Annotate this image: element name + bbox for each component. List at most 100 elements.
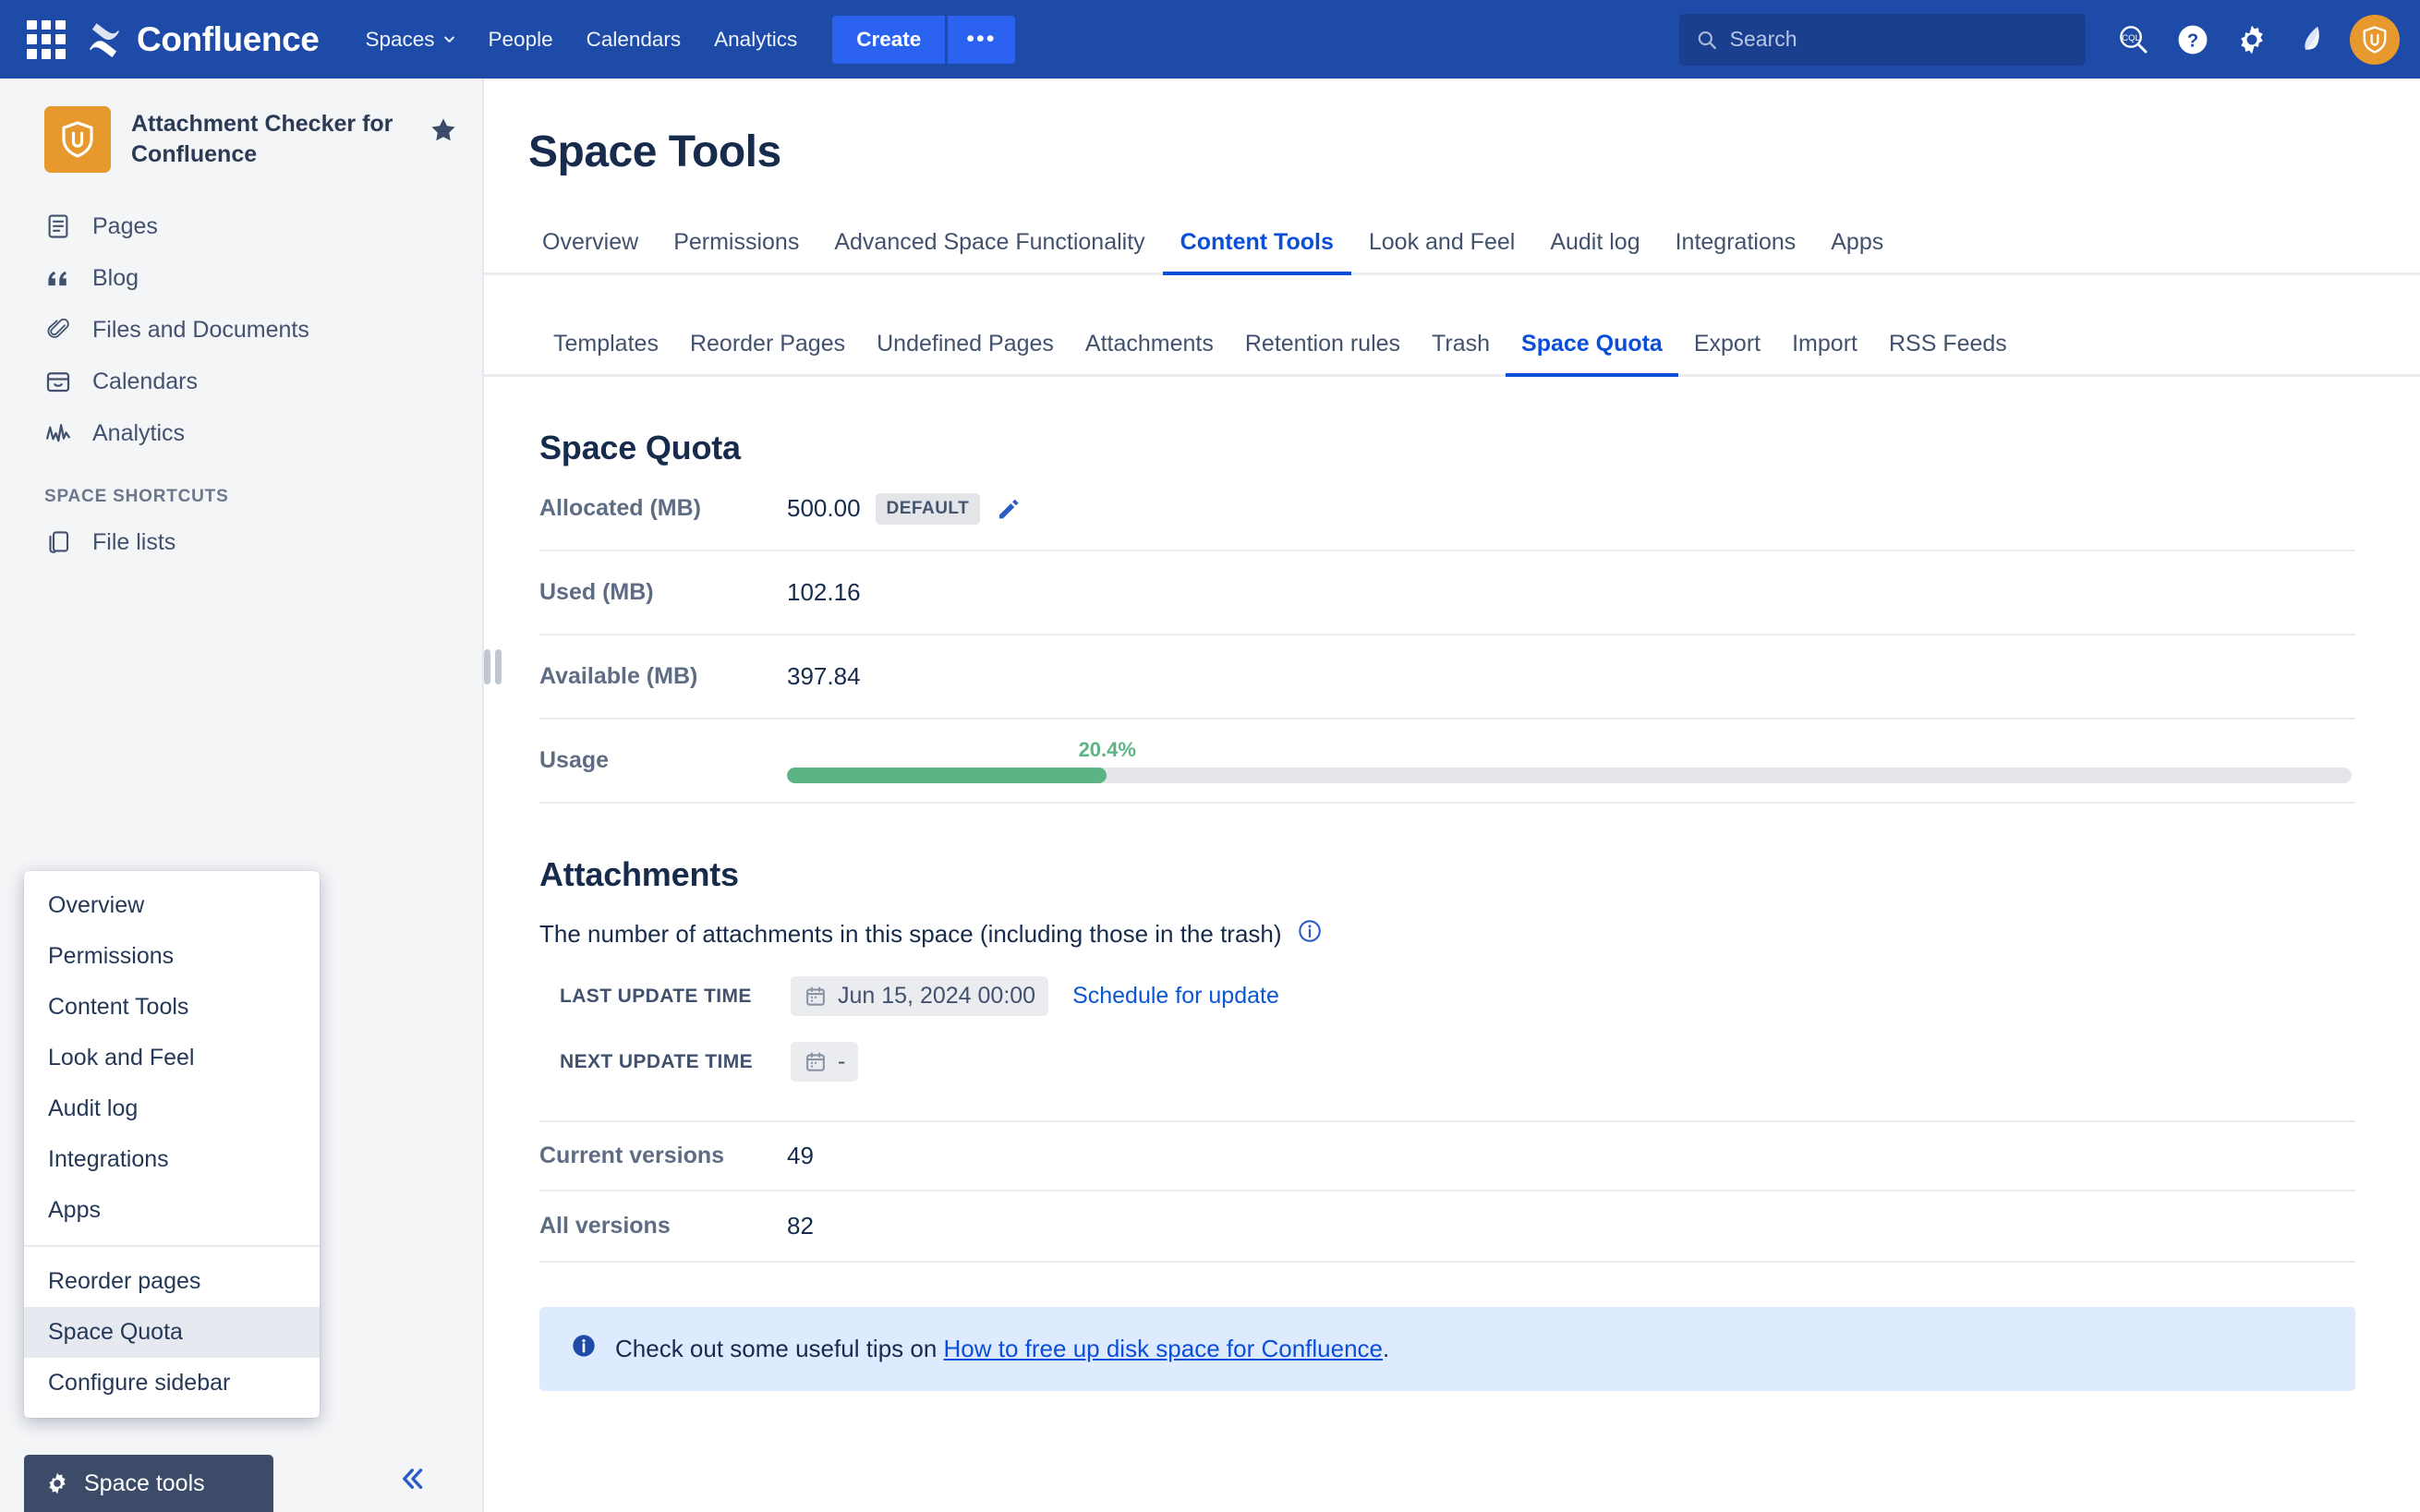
create-more-button[interactable]: ••• <box>948 16 1014 64</box>
sidebar-item-label: Analytics <box>92 420 185 447</box>
tab-content-tools[interactable]: Content Tools <box>1163 220 1351 275</box>
next-update-time-value: - <box>838 1048 845 1075</box>
popup-item-look-and-feel[interactable]: Look and Feel <box>24 1033 320 1083</box>
sidebar-item-label: Pages <box>92 213 158 240</box>
popup-item-integrations[interactable]: Integrations <box>24 1134 320 1185</box>
calendar-icon <box>804 1050 828 1074</box>
subtab-templates[interactable]: Templates <box>538 321 674 377</box>
subtab-export[interactable]: Export <box>1678 321 1776 377</box>
brand-name: Confluence <box>137 20 319 59</box>
popup-item-content-tools[interactable]: Content Tools <box>24 982 320 1033</box>
gear-icon[interactable] <box>2226 14 2278 66</box>
nav-item-label: Calendars <box>587 28 682 52</box>
subtab-trash[interactable]: Trash <box>1416 321 1506 377</box>
subtab-retention-rules[interactable]: Retention rules <box>1229 321 1416 377</box>
popup-item-apps[interactable]: Apps <box>24 1185 320 1236</box>
status-badge-default: DEFAULT <box>876 493 981 525</box>
favourite-star-icon[interactable] <box>429 106 458 150</box>
sidebar-resize-handle[interactable] <box>484 647 504 687</box>
subtab-rss-feeds[interactable]: RSS Feeds <box>1873 321 2023 377</box>
gear-icon <box>44 1470 70 1496</box>
nav-item-calendars[interactable]: Calendars <box>572 17 696 63</box>
last-update-time-chip[interactable]: Jun 15, 2024 00:00 <box>791 976 1048 1016</box>
confluence-home-link[interactable]: Confluence <box>85 20 319 59</box>
nav-item-spaces[interactable]: Spaces <box>350 17 469 63</box>
confluence-logo-icon <box>85 20 124 59</box>
create-button[interactable]: Create <box>832 16 945 64</box>
next-update-time-row: NEXT UPDATE TIME - <box>539 1042 2355 1082</box>
collapse-sidebar-button[interactable] <box>397 1463 429 1499</box>
sidebar-item-label: File lists <box>92 529 175 556</box>
nav-item-label: Spaces <box>365 28 434 52</box>
space-header: Attachment Checker for Confluence <box>0 79 482 173</box>
space-tools-popup-menu: Overview Permissions Content Tools Look … <box>24 871 320 1418</box>
subtab-space-quota[interactable]: Space Quota <box>1506 321 1678 377</box>
search-icon <box>1696 28 1718 52</box>
info-icon[interactable] <box>1297 918 1323 950</box>
popup-item-space-quota[interactable]: Space Quota <box>24 1307 320 1358</box>
info-banner-suffix: . <box>1383 1335 1389 1362</box>
free-up-disk-space-link[interactable]: How to free up disk space for Confluence <box>944 1335 1383 1362</box>
nav-item-people[interactable]: People <box>474 17 568 63</box>
notification-icon[interactable] <box>2285 14 2337 66</box>
usage-percent-label: 20.4% <box>1079 738 2352 762</box>
subtab-reorder-pages[interactable]: Reorder Pages <box>674 321 861 377</box>
pages-icon <box>44 212 72 240</box>
app-switcher-icon[interactable] <box>20 14 72 66</box>
schedule-for-update-link[interactable]: Schedule for update <box>1072 983 1279 1010</box>
quota-value-allocated-group: 500.00 DEFAULT <box>787 493 2355 525</box>
quota-label-available: Available (MB) <box>539 663 787 690</box>
tab-look-and-feel[interactable]: Look and Feel <box>1351 220 1532 275</box>
subtab-import[interactable]: Import <box>1776 321 1873 377</box>
sidebar-item-label: Calendars <box>92 369 198 395</box>
quota-row-available: Available (MB) 397.84 <box>539 635 2355 720</box>
sidebar-item-label: Blog <box>92 265 139 292</box>
help-icon[interactable]: ? <box>2167 14 2219 66</box>
tab-overview[interactable]: Overview <box>525 220 656 275</box>
tab-audit-log[interactable]: Audit log <box>1532 220 1657 275</box>
next-update-time-chip[interactable]: - <box>791 1042 858 1082</box>
space-avatar-shield-icon <box>44 106 111 173</box>
space-name[interactable]: Attachment Checker for Confluence <box>131 106 408 170</box>
sidebar-item-pages[interactable]: Pages <box>0 200 482 252</box>
search-input[interactable] <box>1730 27 2069 52</box>
main-content: Space Tools Overview Permissions Advance… <box>484 79 2420 1512</box>
subtab-attachments[interactable]: Attachments <box>1070 321 1229 377</box>
edit-quota-pencil-icon[interactable] <box>995 495 1022 523</box>
popup-item-configure-sidebar[interactable]: Configure sidebar <box>24 1358 320 1409</box>
secondary-tab-bar: Templates Reorder Pages Undefined Pages … <box>484 321 2420 377</box>
quota-value-allocated: 500.00 <box>787 494 861 523</box>
sidebar-item-blog[interactable]: Blog <box>0 252 482 304</box>
chevron-double-left-icon <box>397 1463 429 1494</box>
popup-divider <box>24 1245 320 1247</box>
quota-row-allocated: Allocated (MB) 500.00 DEFAULT <box>539 467 2355 551</box>
cql-search-icon[interactable]: CQL <box>2108 14 2160 66</box>
tab-advanced-space-functionality[interactable]: Advanced Space Functionality <box>817 220 1162 275</box>
nav-item-analytics[interactable]: Analytics <box>699 17 812 63</box>
tab-integrations[interactable]: Integrations <box>1658 220 1814 275</box>
space-tools-button[interactable]: Space tools <box>24 1455 273 1512</box>
subtab-undefined-pages[interactable]: Undefined Pages <box>861 321 1070 377</box>
sidebar-nav-list: Pages Blog Files and Documents Calendars <box>0 200 482 459</box>
next-update-time-label: NEXT UPDATE TIME <box>539 1051 791 1073</box>
info-banner-prefix: Check out some useful tips on <box>615 1335 944 1362</box>
usage-progress-track <box>787 768 2352 783</box>
space-quota-heading: Space Quota <box>539 429 2355 467</box>
user-avatar[interactable] <box>2350 15 2400 65</box>
tab-apps[interactable]: Apps <box>1813 220 1901 275</box>
info-icon <box>571 1333 597 1365</box>
svg-text:CQL: CQL <box>2122 33 2140 43</box>
popup-item-overview[interactable]: Overview <box>24 880 320 931</box>
chevron-down-icon <box>443 33 455 45</box>
quota-label-usage: Usage <box>539 747 787 774</box>
sidebar-item-calendars[interactable]: Calendars <box>0 356 482 407</box>
search-box[interactable] <box>1679 14 2086 66</box>
popup-item-permissions[interactable]: Permissions <box>24 931 320 982</box>
sidebar-item-files-and-documents[interactable]: Files and Documents <box>0 304 482 356</box>
sidebar-item-file-lists[interactable]: File lists <box>0 516 482 568</box>
popup-item-audit-log[interactable]: Audit log <box>24 1083 320 1134</box>
calendar-icon <box>804 985 828 1009</box>
sidebar-item-analytics[interactable]: Analytics <box>0 407 482 459</box>
tab-permissions[interactable]: Permissions <box>656 220 817 275</box>
popup-item-reorder-pages[interactable]: Reorder pages <box>24 1256 320 1307</box>
